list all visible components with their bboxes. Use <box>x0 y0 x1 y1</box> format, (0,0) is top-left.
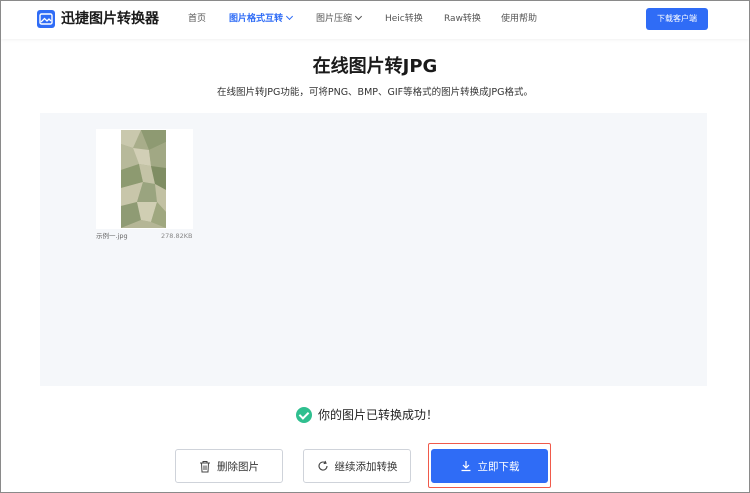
download-label: 立即下载 <box>477 460 520 473</box>
nav-item-help[interactable]: 使用帮助 <box>501 13 537 25</box>
chevron-down-icon <box>285 12 294 21</box>
delete-image-button[interactable]: 删除图片 <box>175 449 283 483</box>
conversion-success-message: 你的图片已转换成功！ <box>296 406 438 424</box>
page-title: 在线图片转JPG <box>312 56 438 77</box>
nav-item-format-convert[interactable]: 图片格式互转 <box>229 12 294 25</box>
file-name: 示例一.jpg <box>96 232 128 240</box>
nav-label: Raw转换 <box>444 14 481 24</box>
refresh-icon <box>317 460 329 472</box>
file-size: 278.82KB <box>161 232 193 240</box>
nav-label: Heic转换 <box>385 14 423 24</box>
image-thumbnail <box>121 130 166 228</box>
nav-label: 图片格式互转 <box>229 14 284 24</box>
chevron-down-icon <box>354 12 363 21</box>
continue-add-button[interactable]: 继续添加转换 <box>303 449 411 483</box>
brand-name[interactable]: 迅捷图片转换器 <box>61 10 159 28</box>
success-text: 你的图片已转换成功！ <box>318 408 439 422</box>
nav-item-raw[interactable]: Raw转换 <box>444 13 481 25</box>
delete-label: 删除图片 <box>217 460 259 473</box>
nav-label: 图片压缩 <box>316 14 353 24</box>
nav-item-heic[interactable]: Heic转换 <box>385 13 423 25</box>
check-circle-icon <box>296 407 312 423</box>
download-now-button[interactable]: 立即下载 <box>431 449 548 483</box>
trash-icon <box>199 460 211 473</box>
download-client-button[interactable]: 下载客户端 <box>646 8 708 30</box>
image-logo-icon[interactable] <box>37 10 55 28</box>
top-navbar: 迅捷图片转换器 首页 图片格式互转 图片压缩 Heic转换 Raw转换 使用帮助… <box>1 1 749 39</box>
nav-item-home[interactable]: 首页 <box>188 13 206 25</box>
nav-label: 使用帮助 <box>501 14 538 24</box>
nav-label: 首页 <box>188 14 207 24</box>
app-window: 迅捷图片转换器 首页 图片格式互转 图片压缩 Heic转换 Raw转换 使用帮助… <box>0 0 750 493</box>
nav-item-compress[interactable]: 图片压缩 <box>316 12 363 25</box>
continue-label: 继续添加转换 <box>334 460 398 473</box>
page-subtitle: 在线图片转JPG功能，可将PNG、BMP、GIF等格式的图片转换成JPG格式。 <box>216 87 534 98</box>
download-icon <box>460 460 472 472</box>
